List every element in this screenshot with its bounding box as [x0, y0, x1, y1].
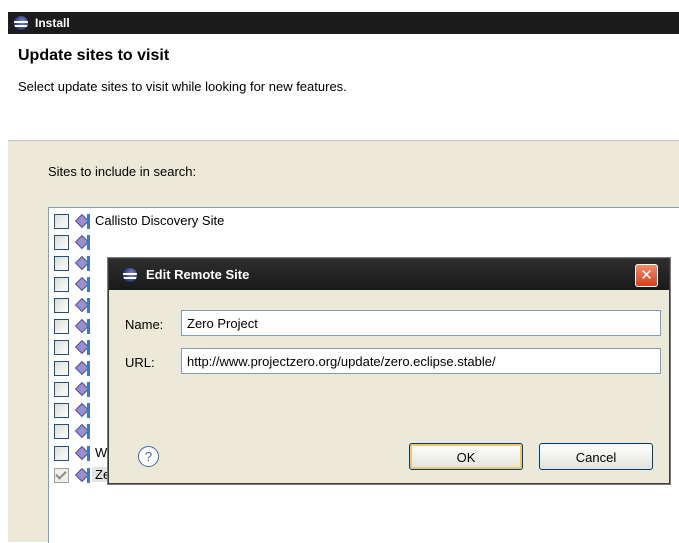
site-checkbox[interactable] — [54, 340, 69, 355]
ok-button[interactable]: OK — [409, 443, 523, 470]
site-checkbox[interactable] — [54, 382, 69, 397]
update-site-icon — [74, 381, 90, 397]
update-site-icon — [74, 360, 90, 376]
url-label: URL: — [125, 355, 155, 370]
site-checkbox[interactable] — [54, 235, 69, 250]
site-checkbox[interactable] — [54, 277, 69, 292]
update-site-icon — [74, 234, 90, 250]
update-site-icon — [74, 467, 90, 483]
cancel-button[interactable]: Cancel — [539, 443, 653, 470]
update-site-icon — [74, 213, 90, 229]
site-checkbox[interactable] — [54, 468, 69, 483]
update-site-icon — [74, 276, 90, 292]
site-checkbox[interactable] — [54, 256, 69, 271]
update-site-icon — [74, 297, 90, 313]
site-checkbox[interactable] — [54, 446, 69, 461]
update-site-icon — [74, 339, 90, 355]
update-site-icon — [74, 402, 90, 418]
eclipse-icon — [123, 268, 137, 282]
site-checkbox[interactable] — [54, 424, 69, 439]
site-label: Callisto Discovery Site — [95, 213, 225, 228]
edit-remote-site-dialog: Edit Remote Site ✕ Name: URL: ? OK Cance… — [108, 258, 670, 484]
install-banner: Update sites to visit Select update site… — [8, 34, 679, 141]
site-checkbox[interactable] — [54, 214, 69, 229]
url-field[interactable] — [181, 348, 661, 374]
update-site-icon — [74, 423, 90, 439]
name-field[interactable] — [181, 310, 661, 336]
site-checkbox[interactable] — [54, 298, 69, 313]
install-window-title: Install — [35, 16, 70, 30]
update-site-icon — [74, 255, 90, 271]
help-icon[interactable]: ? — [138, 446, 159, 467]
update-site-icon — [74, 445, 90, 461]
page-description: Select update sites to visit while looki… — [18, 79, 347, 94]
sites-list-label: Sites to include in search: — [48, 164, 197, 179]
site-checkbox[interactable] — [54, 361, 69, 376]
eclipse-icon — [14, 16, 28, 30]
site-row[interactable]: Callisto Discovery Site — [49, 211, 679, 232]
install-titlebar[interactable]: Install — [8, 12, 679, 34]
site-row[interactable] — [49, 232, 679, 253]
site-checkbox[interactable] — [54, 319, 69, 334]
site-checkbox[interactable] — [54, 403, 69, 418]
edit-dialog-titlebar[interactable]: Edit Remote Site ✕ — [109, 259, 669, 290]
name-label: Name: — [125, 317, 164, 332]
page-title: Update sites to visit — [18, 47, 170, 64]
update-site-icon — [74, 318, 90, 334]
edit-dialog-title: Edit Remote Site — [146, 267, 250, 282]
close-icon[interactable]: ✕ — [635, 264, 658, 287]
